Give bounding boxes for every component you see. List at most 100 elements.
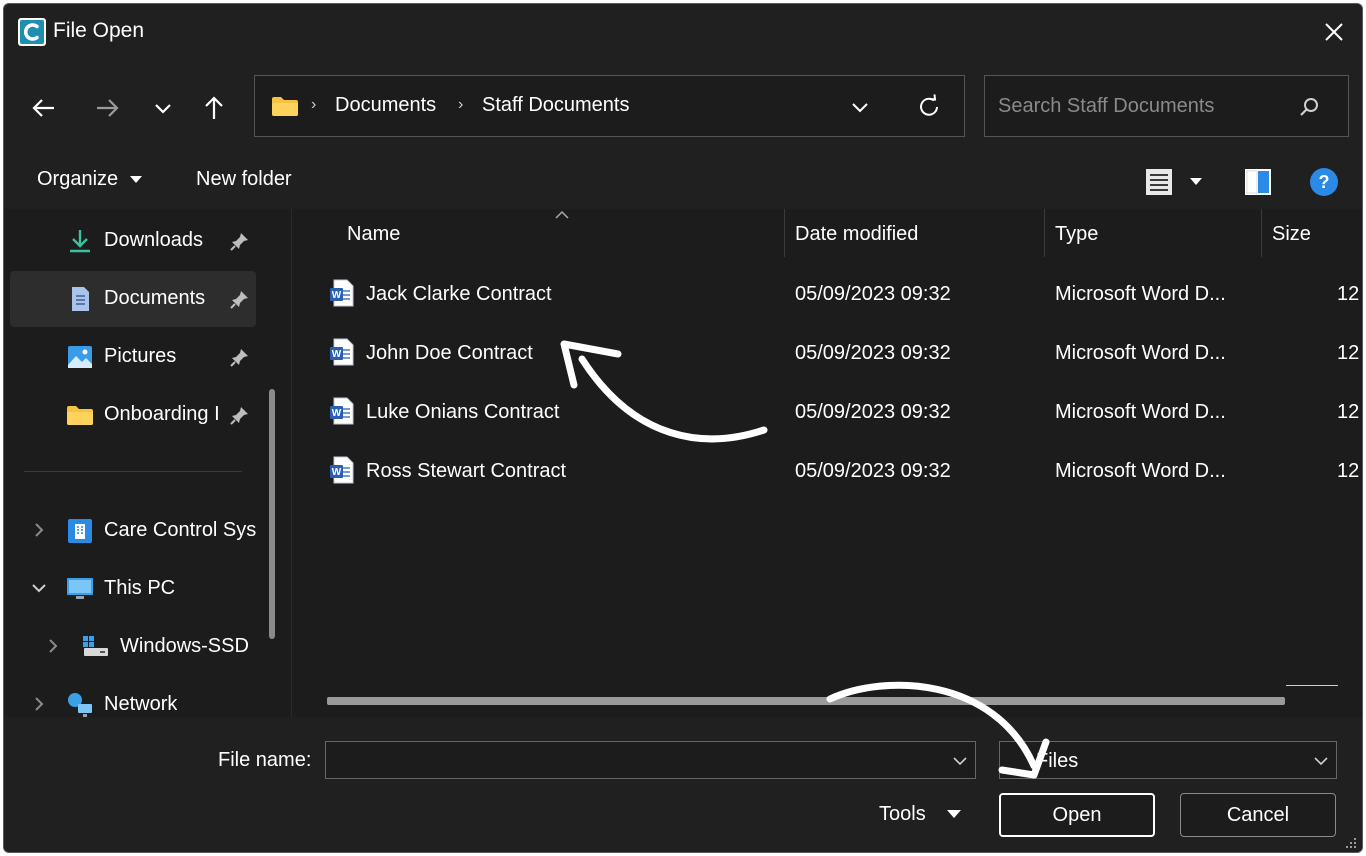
refresh-icon[interactable]	[915, 93, 943, 121]
preview-pane-icon[interactable]	[1243, 167, 1273, 197]
sidebar-scrollbar[interactable]	[269, 389, 275, 639]
word-document-icon: W	[330, 397, 354, 425]
file-name: Jack Clarke Contract	[366, 283, 552, 305]
sidebar-item-label: Network	[104, 693, 178, 715]
sidebar-item-windows-ssd[interactable]: Windows-SSD	[10, 619, 256, 675]
file-row[interactable]: W Jack Clarke Contract 05/09/2023 09:32 …	[292, 267, 1362, 323]
chevron-down-icon[interactable]	[145, 90, 181, 126]
navigation-bar: › Documents › Staff Documents Search Sta…	[4, 60, 1362, 154]
column-divider[interactable]	[1261, 209, 1262, 257]
column-divider[interactable]	[784, 209, 785, 257]
svg-text:W: W	[332, 290, 342, 301]
chevron-down-icon[interactable]	[849, 96, 871, 118]
file-row[interactable]: W John Doe Contract 05/09/2023 09:32 Mic…	[292, 326, 1362, 382]
word-document-icon: W	[330, 279, 354, 307]
breadcrumb-separator: ›	[458, 96, 464, 113]
sidebar-item-onboarding[interactable]: Onboarding I	[10, 387, 256, 443]
sidebar-item-label: Onboarding I	[104, 403, 220, 425]
building-icon	[68, 519, 92, 543]
file-date: 05/09/2023 09:32	[795, 283, 951, 305]
details-view-icon	[1146, 169, 1172, 195]
download-icon	[70, 230, 90, 253]
sidebar-item-downloads[interactable]: Downloads	[10, 213, 256, 269]
caret-down-icon	[129, 175, 142, 183]
horizontal-scrollbar[interactable]	[327, 697, 1285, 705]
breadcrumb-documents[interactable]: Documents	[335, 94, 436, 117]
arrow-left-icon[interactable]	[26, 90, 62, 126]
address-bar[interactable]: › Documents › Staff Documents	[254, 75, 965, 137]
column-header-name[interactable]: Name	[347, 223, 400, 246]
file-name: Luke Onians Contract	[366, 401, 560, 423]
svg-text:W: W	[332, 467, 342, 478]
sidebar-item-network[interactable]: Network	[10, 677, 256, 717]
file-type: Microsoft Word D...	[1055, 283, 1226, 305]
sidebar-divider	[24, 471, 242, 472]
sidebar-item-label: Care Control Sys	[104, 519, 256, 541]
file-name-input[interactable]	[325, 741, 976, 779]
svg-text:W: W	[332, 349, 342, 360]
drive-icon	[83, 636, 108, 656]
column-header-size[interactable]: Size	[1272, 223, 1311, 246]
organize-label: Organize	[37, 168, 119, 190]
file-name: John Doe Contract	[366, 342, 533, 364]
pictures-icon	[68, 346, 92, 368]
organize-button[interactable]: Organize	[37, 168, 142, 191]
sidebar-item-this-pc[interactable]: This PC	[10, 561, 256, 617]
chevron-down-icon[interactable]	[1312, 752, 1330, 770]
tools-button[interactable]: Tools	[879, 803, 962, 826]
monitor-icon	[67, 578, 93, 599]
pin-icon[interactable]	[230, 405, 250, 425]
file-size: 12	[1337, 283, 1360, 305]
arrow-right-icon[interactable]	[89, 90, 125, 126]
file-name-label: File name:	[218, 749, 312, 771]
file-row[interactable]: W Luke Onians Contract 05/09/2023 09:32 …	[292, 385, 1362, 441]
search-placeholder: Search Staff Documents	[998, 95, 1215, 117]
open-button[interactable]: Open	[999, 793, 1155, 837]
chevron-right-icon[interactable]	[30, 695, 48, 713]
sidebar-item-label: Windows-SSD	[120, 635, 249, 657]
pin-icon[interactable]	[230, 289, 250, 309]
chevron-down-icon[interactable]	[951, 752, 969, 770]
column-divider[interactable]	[1044, 209, 1045, 257]
file-type: Microsoft Word D...	[1055, 401, 1226, 423]
chevron-right-icon[interactable]	[44, 637, 62, 655]
file-row[interactable]: W Ross Stewart Contract 05/09/2023 09:32…	[292, 444, 1362, 500]
sidebar-item-documents[interactable]: Documents	[10, 271, 256, 327]
svg-text:?: ?	[1319, 172, 1330, 192]
resize-grip-icon[interactable]	[1344, 836, 1358, 850]
view-options-button[interactable]	[1144, 167, 1210, 197]
file-type-select[interactable]: Files	[999, 741, 1337, 779]
close-icon[interactable]	[1316, 14, 1352, 50]
search-input[interactable]: Search Staff Documents	[984, 75, 1349, 137]
window-title: File Open	[53, 19, 145, 42]
svg-text:W: W	[332, 408, 342, 419]
pin-icon[interactable]	[230, 347, 250, 367]
pin-icon[interactable]	[230, 231, 250, 251]
file-date: 05/09/2023 09:32	[795, 401, 951, 423]
care-control-logo-icon	[18, 18, 46, 46]
help-icon[interactable]: ?	[1308, 166, 1340, 198]
column-header-date-modified[interactable]: Date modified	[795, 223, 918, 246]
word-document-icon: W	[330, 456, 354, 484]
chevron-right-icon[interactable]	[30, 521, 48, 539]
sidebar-item-label: Pictures	[104, 345, 177, 367]
sidebar-item-pictures[interactable]: Pictures	[10, 329, 256, 385]
sidebar-item-label: This PC	[104, 577, 176, 599]
file-name: Ross Stewart Contract	[366, 460, 567, 482]
search-icon[interactable]	[1298, 96, 1320, 118]
arrow-up-icon[interactable]	[196, 90, 232, 126]
folder-icon	[272, 97, 298, 116]
command-bar: Organize New folder ?	[4, 154, 1362, 209]
breadcrumb-staff-documents[interactable]: Staff Documents	[482, 94, 629, 117]
chevron-down-icon[interactable]	[30, 579, 48, 597]
document-icon	[72, 287, 89, 311]
new-folder-button[interactable]: New folder	[196, 168, 292, 191]
file-date: 05/09/2023 09:32	[795, 460, 951, 482]
caret-down-icon	[947, 810, 962, 819]
sidebar-item-care-control[interactable]: Care Control Sys	[10, 503, 256, 559]
file-size: 12	[1337, 342, 1360, 364]
file-type: Microsoft Word D...	[1055, 342, 1226, 364]
column-header-type[interactable]: Type	[1055, 223, 1098, 246]
file-type: Microsoft Word D...	[1055, 460, 1226, 482]
cancel-button[interactable]: Cancel	[1180, 793, 1336, 837]
